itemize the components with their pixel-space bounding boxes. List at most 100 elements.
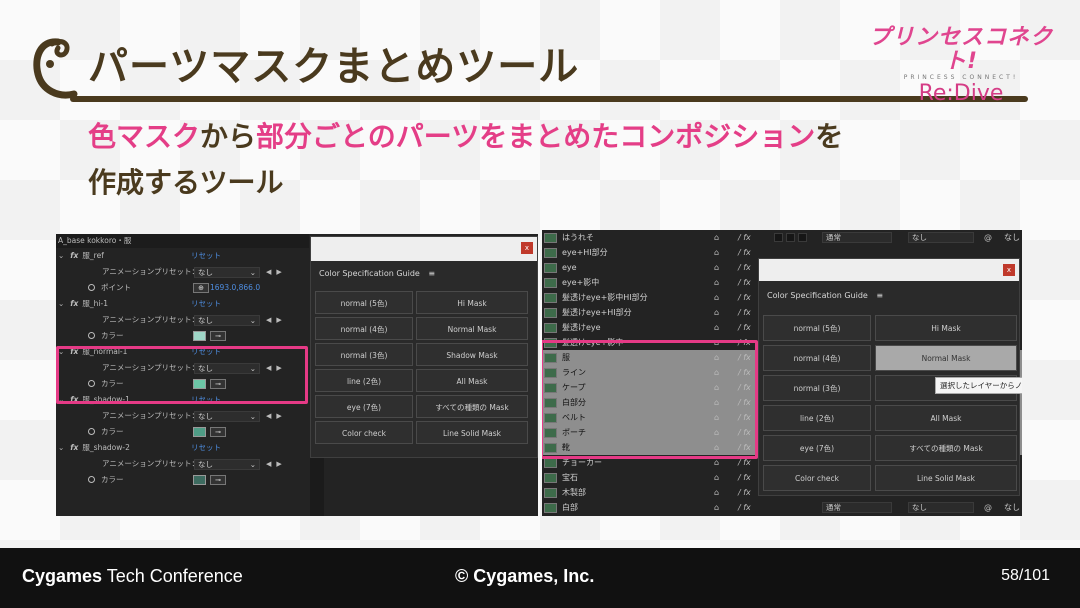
fx-switch-icon[interactable]: / fx [738,230,751,245]
eyedropper-icon[interactable]: ⊸ [210,427,226,437]
mask-button[interactable]: すべての種類の Mask [875,435,1017,461]
mask-button[interactable]: Shadow Mask [416,343,528,366]
layer-row[interactable]: 白部 ⌂ / fx 通常 なし @ なし [542,500,1022,515]
mask-button[interactable]: normal (4色) [315,317,413,340]
switch-box[interactable] [798,233,807,242]
blend-mode-dropdown[interactable]: 通常 [822,502,892,513]
menu-icon[interactable]: ≡ [428,269,435,278]
mask-button[interactable]: Color check [763,465,871,491]
collapse-icon[interactable]: ⌄ [58,299,64,308]
close-icon[interactable]: x [521,242,533,254]
mask-button[interactable]: normal (5色) [315,291,413,314]
layer-name: eye+影中 [562,278,600,287]
chevron-down-icon: ⌄ [249,316,256,325]
mask-button[interactable]: Line Solid Mask [875,465,1017,491]
prev-next-icon[interactable]: ◀▶ [266,312,287,328]
effect-row[interactable]: ⌄ fx 服_hi-1 リセット [56,296,309,312]
mask-button[interactable]: Line Solid Mask [416,421,528,444]
fx-switch-icon[interactable]: / fx [738,305,751,320]
mask-button[interactable]: line (2色) [315,369,413,392]
stopwatch-icon[interactable] [88,476,95,483]
close-icon[interactable]: x [1003,264,1015,276]
fx-switch-icon[interactable]: / fx [738,290,751,305]
layer-row[interactable]: はうれそ ⌂ / fx 通常 なし @ なし [542,230,1022,245]
prev-next-icon[interactable]: ◀▶ [266,408,287,424]
comp-thumbnail-icon [544,488,557,498]
prev-next-icon[interactable]: ◀▶ [266,264,287,280]
mask-button[interactable]: Hi Mask [416,291,528,314]
fx-switch-icon[interactable]: / fx [738,500,751,515]
crosshair-icon[interactable]: ⊕ [193,283,209,293]
mask-button[interactable]: Normal Mask [875,345,1017,371]
footer-bar: Cygames Tech Conference © Cygames, Inc. … [0,548,1080,608]
mask-button[interactable]: eye (7色) [763,435,871,461]
color-swatch[interactable] [193,427,206,437]
stopwatch-icon[interactable] [88,428,95,435]
color-swatch[interactable] [193,331,206,341]
mask-button[interactable]: Hi Mask [875,315,1017,341]
panel-header: Color Specification Guide ≡ [311,261,537,287]
track-matte-value: なし [912,233,927,242]
mask-button[interactable]: eye (7色) [315,395,413,418]
prev-next-icon[interactable]: ◀▶ [266,456,287,472]
effect-row[interactable]: ⌄ fx 服_ref リセット [56,248,309,264]
shy-switch-icon[interactable]: ⌂ [714,305,719,320]
layer-name: 木製部 [562,488,586,497]
switch-box[interactable] [786,233,795,242]
shy-switch-icon[interactable]: ⌂ [714,290,719,305]
track-matte-dropdown[interactable]: なし [908,502,974,513]
reset-link[interactable]: リセット [191,296,221,312]
eyedropper-icon[interactable]: ⊸ [210,331,226,341]
reset-link[interactable]: リセット [191,248,221,264]
reset-link[interactable]: リセット [191,440,221,456]
fx-switch-icon[interactable]: / fx [738,275,751,290]
fx-switch-icon[interactable]: / fx [738,260,751,275]
comp-header: A_base kokkoro・服 [56,234,309,248]
stopwatch-icon[interactable] [88,332,95,339]
color-swatch[interactable] [193,475,206,485]
preset-dropdown[interactable]: なし ⌄ [194,459,260,470]
mask-button[interactable]: normal (5色) [763,315,871,341]
fx-switch-icon[interactable]: / fx [738,245,751,260]
shy-switch-icon[interactable]: ⌂ [714,500,719,515]
collapse-icon[interactable]: ⌄ [58,251,64,260]
mask-button[interactable]: normal (4色) [763,345,871,371]
fx-switch-icon[interactable]: / fx [738,470,751,485]
shy-switch-icon[interactable]: ⌂ [714,275,719,290]
mask-button[interactable]: line (2色) [763,405,871,431]
point-value[interactable]: 1693.0,866.0 [210,280,260,296]
fx-icon[interactable]: fx [70,251,78,260]
shy-switch-icon[interactable]: ⌂ [714,320,719,335]
fx-icon[interactable]: fx [70,443,78,452]
fx-switch-icon[interactable]: / fx [738,320,751,335]
parent-pickwhip-icon[interactable]: @ [984,230,992,245]
mask-button[interactable]: normal (3色) [315,343,413,366]
effect-row[interactable]: ⌄ fx 服_shadow-2 リセット [56,440,309,456]
blend-mode-dropdown[interactable]: 通常 [822,232,892,243]
mask-button[interactable]: すべての種類の Mask [416,395,528,418]
menu-icon[interactable]: ≡ [876,291,883,300]
preset-dropdown[interactable]: なし ⌄ [194,411,260,422]
switch-box[interactable] [774,233,783,242]
mask-button[interactable]: All Mask [875,405,1017,431]
shy-switch-icon[interactable]: ⌂ [714,245,719,260]
preset-dropdown[interactable]: なし ⌄ [194,315,260,326]
preset-dropdown[interactable]: なし ⌄ [194,267,260,278]
shy-switch-icon[interactable]: ⌂ [714,470,719,485]
preset-value: なし [198,412,213,421]
stopwatch-icon[interactable] [88,284,95,291]
parent-pickwhip-icon[interactable]: @ [984,500,992,515]
mask-button[interactable]: normal (3色) [763,375,871,401]
shy-switch-icon[interactable]: ⌂ [714,230,719,245]
shy-switch-icon[interactable]: ⌂ [714,485,719,500]
comp-thumbnail-icon [544,248,557,258]
track-matte-dropdown[interactable]: なし [908,232,974,243]
shy-switch-icon[interactable]: ⌂ [714,260,719,275]
fx-switch-icon[interactable]: / fx [738,485,751,500]
eyedropper-icon[interactable]: ⊸ [210,475,226,485]
fx-icon[interactable]: fx [70,299,78,308]
collapse-icon[interactable]: ⌄ [58,443,64,452]
mask-button[interactable]: All Mask [416,369,528,392]
mask-button[interactable]: Normal Mask [416,317,528,340]
mask-button[interactable]: Color check [315,421,413,444]
